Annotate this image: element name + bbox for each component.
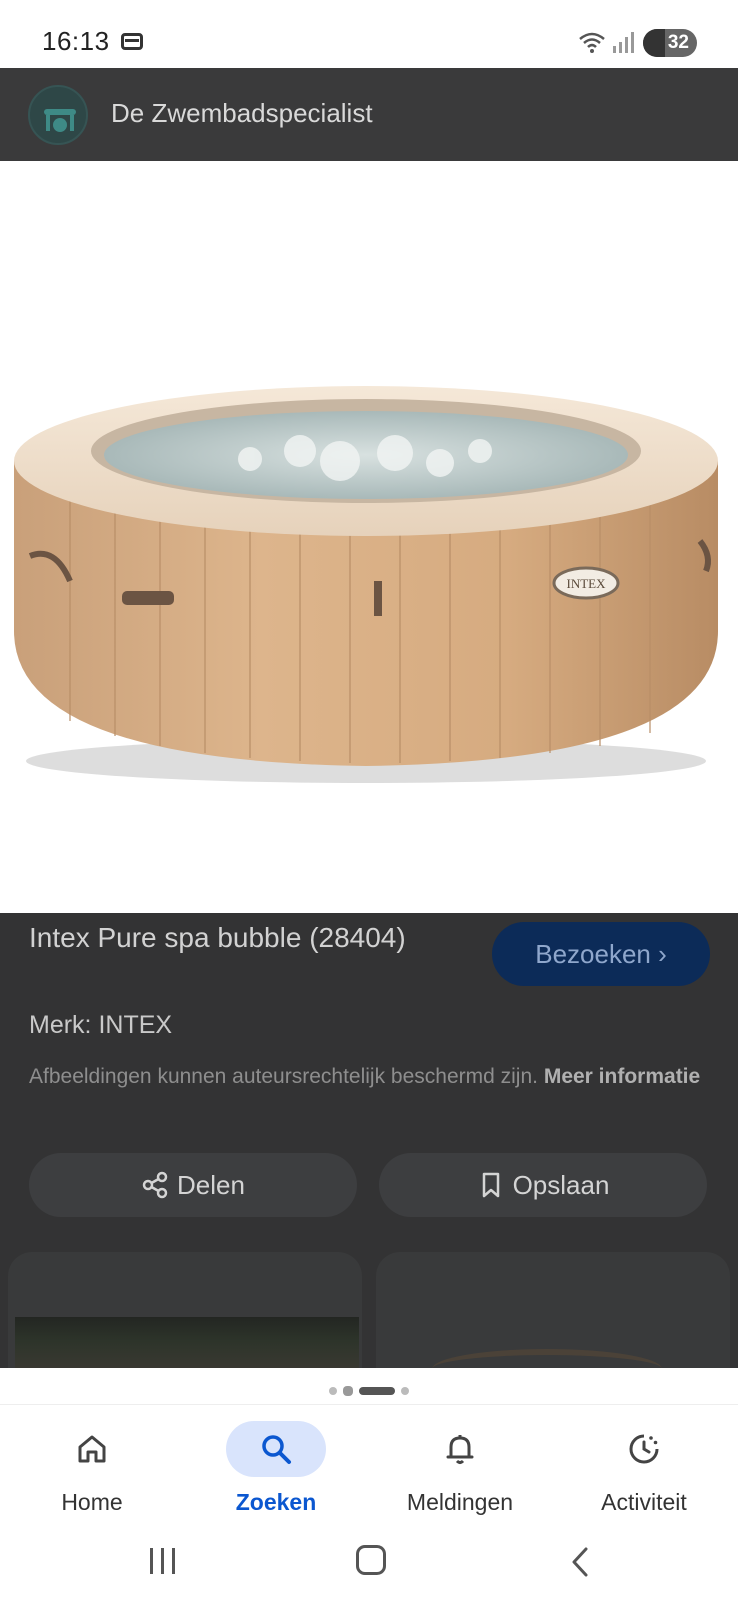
nav-activity[interactable]: Activiteit [552,1405,736,1525]
save-button[interactable]: Opslaan [379,1153,707,1217]
related-image-1[interactable] [8,1252,362,1368]
related-image-1-preview [15,1317,359,1368]
status-bar: 16:13 32 [0,0,738,68]
nav-search[interactable]: Zoeken [184,1405,368,1525]
carousel-dot [401,1387,409,1395]
wallet-icon [121,33,143,50]
intex-badge-text: INTEX [567,576,607,591]
battery-indicator: 32 [643,29,697,57]
site-header[interactable]: De Zwembadspecialist [0,68,738,161]
hot-tub-image: INTEX [14,386,718,783]
carousel-dot [343,1386,353,1396]
copyright-text: Afbeeldingen kunnen auteursrechtelijk be… [29,1065,538,1088]
bottom-navigation: Home Zoeken Meldingen Activiteit [0,1404,738,1524]
page: 16:13 32 De Zwembadspecialist INTEX Inte… [0,0,738,1600]
site-logo [28,85,88,145]
bell-icon [446,1435,474,1464]
save-label: Opslaan [512,1170,610,1200]
nav-home-label: Home [61,1489,123,1515]
wifi-icon [579,32,605,53]
nav-activity-label: Activiteit [601,1489,687,1515]
related-image-2[interactable] [376,1252,730,1368]
copyright-notice: Afbeeldingen kunnen auteursrechtelijk be… [29,1061,709,1092]
product-title: Intex Pure spa bubble (28404) [29,922,406,953]
search-icon [262,1435,291,1464]
home-icon [78,1435,106,1463]
recent-apps-button[interactable] [150,1548,178,1574]
site-name: De Zwembadspecialist [111,98,373,128]
home-button[interactable] [356,1545,386,1575]
share-icon [142,1171,168,1199]
share-label: Delen [177,1170,245,1200]
nav-notifications-label: Meldingen [406,1489,514,1515]
bookmark-icon [482,1172,499,1198]
carousel-indicator [0,1378,738,1404]
visit-button[interactable]: Bezoeken › [492,922,710,986]
system-navigation-bar [0,1524,738,1600]
status-time: 16:13 [42,26,110,56]
share-button[interactable]: Delen [29,1153,357,1217]
activity-icon [629,1434,659,1464]
product-image[interactable]: INTEX [0,161,738,913]
logo-icon [44,109,76,132]
nav-search-label: Zoeken [235,1489,317,1515]
back-icon[interactable] [568,1546,592,1578]
nav-notifications[interactable]: Meldingen [368,1405,552,1525]
carousel-dot [329,1387,337,1395]
related-image-2-preview [432,1349,662,1368]
product-brand: Merk: INTEX [29,1011,173,1039]
more-info-link[interactable]: Meer informatie [544,1065,700,1088]
signal-icon [613,32,634,53]
carousel-dot-active [359,1387,395,1395]
nav-home[interactable]: Home [0,1405,184,1525]
